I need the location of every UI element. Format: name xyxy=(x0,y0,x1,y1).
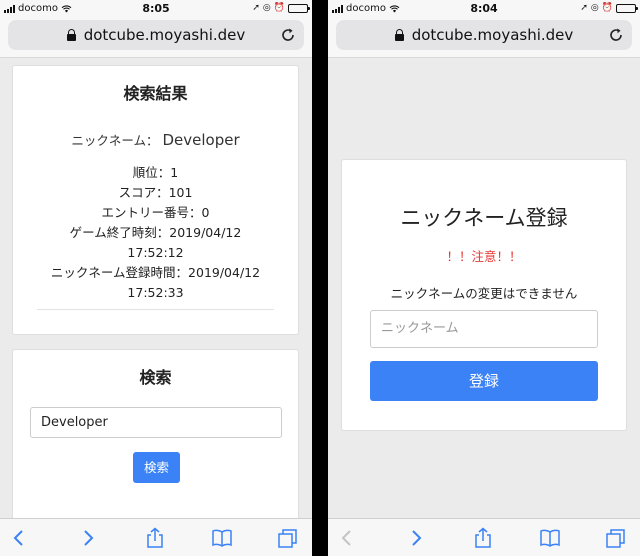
status-right-icons: ➚ ◎ ⏰ xyxy=(252,3,310,13)
registration-time-line: ニックネーム登録時間：2019/04/12 xyxy=(50,265,261,280)
status-right-icons: ➚ ◎ ⏰ xyxy=(580,3,638,13)
page-content: ニックネーム登録 ！！注意！！ ニックネームの変更はできません ニックネーム 登… xyxy=(328,59,640,518)
address-bar[interactable]: dotcube.moyashi.dev xyxy=(8,20,304,50)
lock-icon xyxy=(66,29,76,41)
browser-toolbar xyxy=(0,518,312,556)
rotation-lock-icon: ◎ xyxy=(590,3,599,13)
game-end-time-line: ゲーム終了時刻：2019/04/12 xyxy=(69,225,242,240)
register-title: ニックネーム登録 xyxy=(400,206,568,230)
forward-icon[interactable] xyxy=(405,527,427,549)
tabs-icon[interactable] xyxy=(277,527,299,549)
reload-icon[interactable] xyxy=(280,27,296,43)
nickname-label: ニックネーム： xyxy=(71,133,159,148)
screens: docomo 8:05 ➚ ◎ ⏰ dotcube.moyashi.dev 検索… xyxy=(0,0,640,556)
bookmarks-icon[interactable] xyxy=(539,527,561,549)
warning-text: ！！注意！！ xyxy=(446,249,522,264)
result-details: 順位：1 スコア：101 エントリー番号：0 ゲーム終了時刻：2019/04/1… xyxy=(13,163,298,303)
status-bar: docomo 8:05 ➚ ◎ ⏰ xyxy=(0,0,312,18)
bookmarks-icon[interactable] xyxy=(211,527,233,549)
results-card: 検索結果 ニックネーム： Developer 順位：1 スコア：101 エントリー… xyxy=(12,65,299,335)
search-title: 検索 xyxy=(139,368,172,387)
warning-note: ニックネームの変更はできません xyxy=(390,286,578,301)
battery-icon xyxy=(288,3,310,13)
reload-icon[interactable] xyxy=(608,27,624,43)
left-phone-screen: docomo 8:05 ➚ ◎ ⏰ dotcube.moyashi.dev 検索… xyxy=(0,0,312,556)
status-bar: docomo 8:04 ➚ ◎ ⏰ xyxy=(328,0,640,18)
battery-icon xyxy=(616,3,638,13)
location-icon: ➚ xyxy=(580,3,588,13)
alarm-icon: ⏰ xyxy=(273,3,285,13)
forward-icon[interactable] xyxy=(77,527,99,549)
share-icon[interactable] xyxy=(472,527,494,549)
browser-address-area: dotcube.moyashi.dev xyxy=(328,18,640,58)
browser-toolbar xyxy=(328,518,640,556)
address-bar[interactable]: dotcube.moyashi.dev xyxy=(336,20,632,50)
back-icon[interactable] xyxy=(336,527,358,549)
game-end-time-clock: 17:52:12 xyxy=(127,245,184,260)
score-line: スコア：101 xyxy=(118,185,193,200)
register-button[interactable]: 登録 xyxy=(370,361,598,401)
rank-line: 順位：1 xyxy=(132,165,179,180)
results-title: 検索結果 xyxy=(123,84,188,103)
nickname-input[interactable]: ニックネーム xyxy=(370,310,598,348)
nickname-line: ニックネーム： Developer xyxy=(13,130,298,149)
location-icon: ➚ xyxy=(252,3,260,13)
registration-time-clock: 17:52:33 xyxy=(127,285,184,300)
register-card: ニックネーム登録 ！！注意！！ ニックネームの変更はできません ニックネーム 登… xyxy=(341,159,627,431)
nickname-value: Developer xyxy=(162,131,240,149)
back-icon[interactable] xyxy=(8,527,30,549)
lock-icon xyxy=(394,29,404,41)
tabs-icon[interactable] xyxy=(605,527,627,549)
search-input[interactable]: Developer xyxy=(30,407,282,438)
browser-address-area: dotcube.moyashi.dev xyxy=(0,18,312,58)
entry-number-line: エントリー番号：0 xyxy=(101,205,210,220)
rotation-lock-icon: ◎ xyxy=(262,3,271,13)
divider xyxy=(37,309,274,310)
search-card: 検索 Developer 検索 xyxy=(12,349,299,518)
alarm-icon: ⏰ xyxy=(601,3,613,13)
url-text: dotcube.moyashi.dev xyxy=(411,26,574,44)
share-icon[interactable] xyxy=(144,527,166,549)
url-text: dotcube.moyashi.dev xyxy=(83,26,246,44)
page-content: 検索結果 ニックネーム： Developer 順位：1 スコア：101 エントリー… xyxy=(0,59,312,518)
right-phone-screen: docomo 8:04 ➚ ◎ ⏰ dotcube.moyashi.dev ニッ… xyxy=(328,0,640,556)
search-button[interactable]: 検索 xyxy=(133,452,180,483)
